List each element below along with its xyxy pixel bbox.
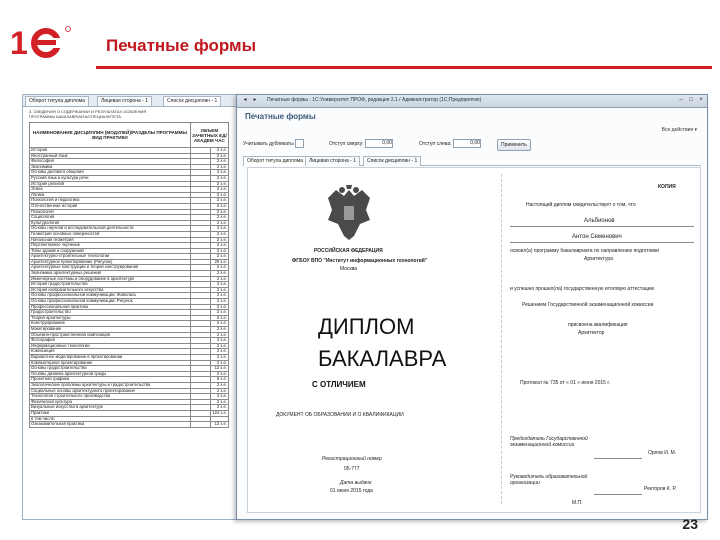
- print-forms-window: ◂ ▸ Печатные формы : 1С:Университет ПРОФ…: [236, 94, 708, 520]
- coat-of-arms-icon: [328, 185, 370, 240]
- name-line: [510, 242, 694, 243]
- duplicates-checkbox[interactable]: [295, 139, 305, 149]
- all-actions-menu[interactable]: Все действия ▾: [662, 127, 697, 133]
- svg-text:1: 1: [10, 25, 28, 61]
- tab-title-reverse[interactable]: Оборот титула диплома: [243, 156, 307, 166]
- diploma-page: РОССИЙСКАЯ ФЕДЕРАЦИЯ ФГБОУ ВПО "Институт…: [247, 167, 701, 513]
- disciplines-window: Оборот титула диплома Лицевая сторона - …: [22, 94, 242, 520]
- registration-number: 05-777: [344, 466, 360, 472]
- margin-left-input[interactable]: 0,00: [452, 139, 481, 149]
- discipline-name: Ознакомительная практика: [29, 421, 191, 428]
- back-tab-disciplines[interactable]: Список дисциплин - 1: [163, 96, 222, 106]
- certify-text: Настоящий диплом свидетельствует о том, …: [526, 202, 636, 208]
- student-surname: Альбионов: [584, 218, 615, 224]
- diploma-word: ДИПЛОМ: [318, 314, 415, 339]
- honors-label: С ОТЛИЧИЕМ: [312, 380, 366, 389]
- slide-title: Печатные формы: [106, 36, 257, 55]
- rector-name: Ректоров К. Р.: [644, 486, 677, 492]
- title-divider: [96, 66, 712, 69]
- duplicates-label: Учитывать дубликаты: [243, 141, 294, 147]
- maximize-icon[interactable]: □: [687, 97, 695, 104]
- student-name: Антон Семенович: [572, 234, 622, 240]
- discipline-credits: 12 з.е.: [210, 421, 229, 428]
- front-tab-strip: Оборот титула диплома Лицевая сторона - …: [243, 155, 701, 166]
- attestation-text: и успешно прошел(ла) государственную ито…: [510, 286, 655, 292]
- discipline-credits: 124 з.е.: [210, 409, 229, 417]
- country-label: РОССИЙСКАЯ ФЕДЕРАЦИЯ: [314, 248, 383, 254]
- tab-front-side[interactable]: Лицевая сторона - 1: [305, 156, 360, 166]
- protocol-line: Протокол № 735 от « 01 » июня 2015 г.: [520, 380, 610, 386]
- duplicates-checkbox-group[interactable]: Учитывать дубликаты: [243, 139, 305, 149]
- city-label: Москва: [340, 266, 358, 272]
- document-type: ДОКУМЕНТ ОБ ОБРАЗОВАНИИ И О КВАЛИФИКАЦИИ: [276, 412, 404, 418]
- chair-label: Председатель Государственной экзаменацио…: [510, 436, 588, 448]
- margin-left-group: Отступ слева: 0,00: [419, 139, 481, 149]
- tab-disciplines[interactable]: Список дисциплин - 1: [363, 156, 422, 166]
- window-titlebar: ◂ ▸ Печатные формы : 1С:Университет ПРОФ…: [237, 95, 707, 108]
- rector-signature-line: [594, 494, 642, 495]
- print-toolbar: Учитывать дубликаты Отступ сверху: 0,00 …: [243, 139, 701, 151]
- issue-date-label: Дата выдачи: [340, 480, 372, 486]
- slide-page-number: 23: [682, 516, 698, 532]
- disciplines-heading-line-2: ПРОГРАММЫ БАКАЛАВРИАТА/СПЕЦИАЛИТЕТА: [29, 114, 121, 119]
- chair-signature-line: [594, 458, 642, 459]
- col-header-name: НАИМЕНОВАНИЕ ДИСЦИПЛИН (МОДУЛЕЙ)/РАЗДЕЛЫ…: [29, 122, 191, 148]
- registration-label: Регистрационный номер: [322, 456, 382, 462]
- discipline-spacer: [189, 421, 212, 428]
- qualification-label: присвоена квалификация: [568, 322, 628, 328]
- copy-label: КОПИЯ: [658, 184, 676, 190]
- program-name: Архитектура: [584, 256, 613, 262]
- back-tab-strip: Оборот титула диплома Лицевая сторона - …: [23, 95, 241, 107]
- stamp-place: М.П.: [572, 500, 583, 506]
- chair-name: Орлов И. М.: [648, 450, 677, 456]
- page-fold-divider: [501, 174, 503, 504]
- margin-top-label: Отступ сверху:: [329, 141, 364, 147]
- margin-top-group: Отступ сверху: 0,00: [329, 139, 393, 149]
- disciplines-sheet: 3. СВЕДЕНИЯ О СОДЕРЖАНИИ И РЕЗУЛЬТАТАХ О…: [29, 109, 235, 428]
- disciplines-table: НАИМЕНОВАНИЕ ДИСЦИПЛИН (МОДУЛЕЙ)/РАЗДЕЛЫ…: [29, 122, 230, 428]
- mastered-text: освоил(а) программу бакалавриата по напр…: [510, 248, 659, 254]
- 1c-logo: 1: [10, 25, 71, 61]
- margin-top-input[interactable]: 0,00: [364, 139, 393, 149]
- qualification-value: Архитектор: [578, 330, 605, 336]
- back-tab-front-side[interactable]: Лицевая сторона - 1: [97, 96, 152, 106]
- back-tab-title-reverse[interactable]: Оборот титула диплома: [25, 96, 89, 106]
- back-arrow-icon[interactable]: ◂: [241, 97, 249, 104]
- institution-name: ФГБОУ ВПО "Институт информационных техно…: [292, 258, 428, 264]
- surname-line: [510, 226, 694, 227]
- form-header: Печатные формы: [245, 112, 316, 121]
- minimize-icon[interactable]: –: [677, 97, 685, 104]
- commission-decision: Решением Государственной экзаменационной…: [522, 302, 654, 308]
- close-icon[interactable]: ×: [697, 97, 705, 104]
- bachelor-word: БАКАЛАВРА: [318, 346, 447, 371]
- table-row: Ознакомительная практика 12 з.е.: [29, 421, 229, 428]
- rector-label: Руководитель образовательной организации: [510, 474, 588, 486]
- margin-left-label: Отступ слева:: [419, 141, 452, 147]
- apply-button[interactable]: Применить: [497, 139, 531, 151]
- forward-arrow-icon[interactable]: ▸: [251, 97, 259, 104]
- col-header-units: ОБЪЕМ ЗАЧЕТНЫХ ЕД/ АКАДЕМ ЧАС: [189, 122, 230, 148]
- window-title: Печатные формы : 1С:Университет ПРОФ, ре…: [267, 97, 482, 103]
- disciplines-body: История 2 з.е. Иностранный язык 2 з.е. Филос…: [29, 147, 229, 428]
- issue-date: 01 июня 2015 года: [330, 488, 373, 494]
